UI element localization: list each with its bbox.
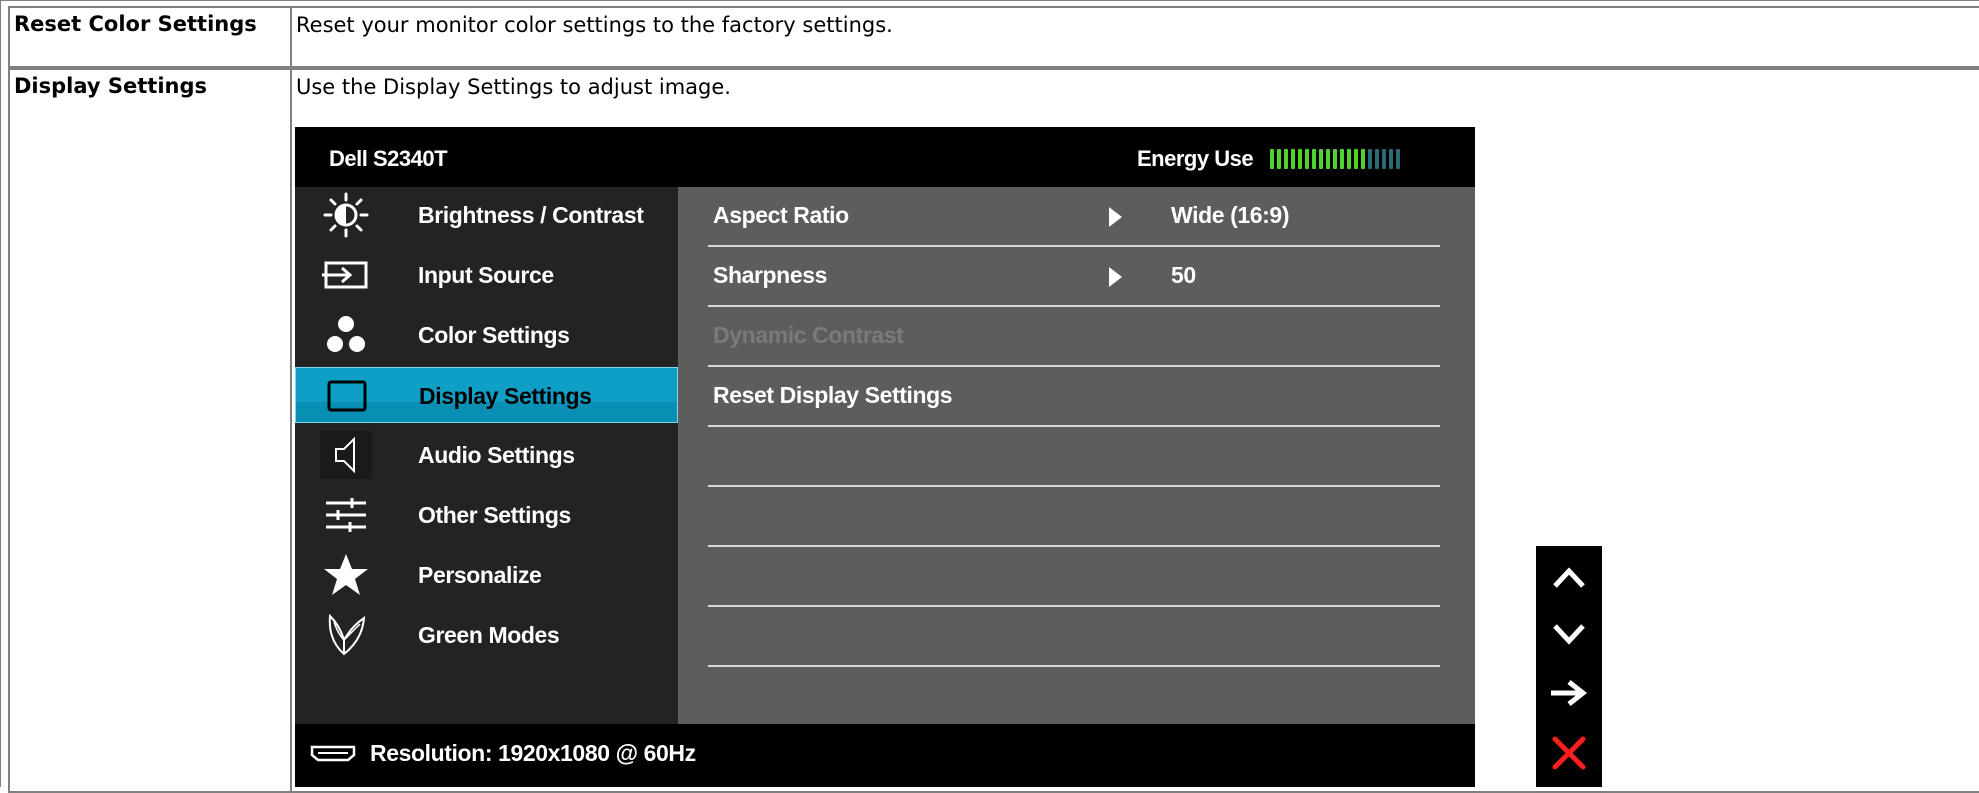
energy-segment (1326, 149, 1330, 169)
setting-name: Aspect Ratio (713, 202, 849, 228)
menu-label: Green Modes (418, 622, 560, 648)
play-arrow-icon (1109, 207, 1122, 227)
energy-use-label: Energy Use (1137, 146, 1254, 171)
energy-segment (1333, 149, 1337, 169)
menu-item-personalize[interactable]: Personalize (295, 547, 678, 603)
energy-segment (1347, 149, 1351, 169)
energy-segment (1354, 149, 1358, 169)
desc-cell-reset-color: Reset your monitor color settings to the… (290, 6, 1979, 68)
play-arrow-icon (1109, 267, 1122, 287)
term-cell-display-settings: Display Settings (8, 68, 292, 793)
energy-segment (1277, 149, 1281, 169)
sliders-icon (320, 491, 372, 539)
energy-use-meter (1270, 149, 1400, 169)
setting-value: Wide (16:9) (1171, 202, 1290, 228)
term-cell-reset-color: Reset Color Settings (8, 6, 292, 68)
setting-value: 50 (1171, 262, 1196, 288)
menu-item-display-settings[interactable]: Display Settings (295, 367, 678, 423)
setting-name: Sharpness (713, 262, 828, 288)
menu-item-other-settings[interactable]: Other Settings (295, 487, 678, 543)
menu-item-brightness-contrast[interactable]: Brightness / Contrast (295, 187, 678, 243)
menu-label: Input Source (418, 262, 554, 288)
menu-label: Personalize (418, 562, 542, 588)
desc-reset-color-settings: Reset your monitor color settings to the… (296, 13, 893, 37)
energy-segment (1396, 149, 1400, 169)
menu-item-green-modes[interactable]: Green Modes (295, 607, 678, 663)
speaker-icon (320, 431, 372, 479)
empty-row (708, 607, 1440, 667)
menu-label: Audio Settings (418, 442, 575, 468)
osd-settings-panel: Aspect Ratio Wide (16:9) Sharpness 50 Dy… (678, 187, 1475, 724)
energy-segment (1270, 149, 1274, 169)
menu-item-input-source[interactable]: Input Source (295, 247, 678, 303)
energy-segment (1284, 149, 1288, 169)
empty-row (708, 547, 1440, 607)
star-icon (320, 551, 372, 599)
menu-label: Display Settings (419, 383, 592, 409)
down-arrow-icon[interactable] (1536, 606, 1602, 664)
osd-header: Dell S2340T Energy Use (295, 127, 1475, 187)
energy-segment (1368, 149, 1372, 169)
setting-row-sharpness[interactable]: Sharpness 50 (708, 247, 1440, 307)
monitor-model: Dell S2340T (329, 146, 448, 171)
energy-segment (1298, 149, 1302, 169)
desc-display-settings: Use the Display Settings to adjust image… (296, 75, 731, 99)
empty-row (708, 487, 1440, 547)
leaf-icon (320, 611, 372, 659)
osd-footer: Resolution: 1920x1080 @ 60Hz (295, 724, 1475, 787)
energy-segment (1305, 149, 1309, 169)
menu-label: Color Settings (418, 322, 570, 348)
energy-segment (1291, 149, 1295, 169)
osd-sidebar: Brightness / Contrast Input Source Color… (295, 187, 678, 724)
display-settings-icon (321, 372, 373, 420)
menu-label: Brightness / Contrast (418, 202, 644, 228)
energy-segment (1340, 149, 1344, 169)
right-arrow-icon[interactable] (1536, 664, 1602, 722)
setting-name: Dynamic Contrast (713, 322, 904, 348)
hdmi-icon (310, 745, 356, 762)
setting-row-aspect-ratio[interactable]: Aspect Ratio Wide (16:9) (708, 187, 1440, 247)
term-display-settings: Display Settings (14, 74, 208, 98)
menu-item-audio-settings[interactable]: Audio Settings (295, 427, 678, 483)
brightness-icon (320, 191, 372, 239)
osd-menu: Dell S2340T Energy Use Brightness / Cont… (295, 127, 1475, 787)
input-source-icon (320, 251, 372, 299)
energy-segment (1361, 149, 1365, 169)
up-arrow-icon[interactable] (1536, 548, 1602, 606)
settings-table: Reset Color Settings Reset your monitor … (0, 0, 1979, 793)
menu-label: Other Settings (418, 502, 571, 528)
setting-row-reset-display-settings[interactable]: Reset Display Settings (708, 367, 1440, 427)
energy-segment (1312, 149, 1316, 169)
close-icon[interactable] (1536, 724, 1602, 782)
setting-row-dynamic-contrast: Dynamic Contrast (708, 307, 1440, 367)
energy-segment (1382, 149, 1386, 169)
color-settings-icon (320, 311, 372, 359)
menu-item-color-settings[interactable]: Color Settings (295, 307, 678, 363)
energy-segment (1389, 149, 1393, 169)
energy-segment (1319, 149, 1323, 169)
term-reset-color-settings: Reset Color Settings (14, 12, 257, 36)
empty-row (708, 427, 1440, 487)
setting-name: Reset Display Settings (713, 382, 953, 408)
monitor-control-buttons (1536, 546, 1602, 787)
resolution-readout: Resolution: 1920x1080 @ 60Hz (370, 740, 696, 766)
energy-segment (1375, 149, 1379, 169)
